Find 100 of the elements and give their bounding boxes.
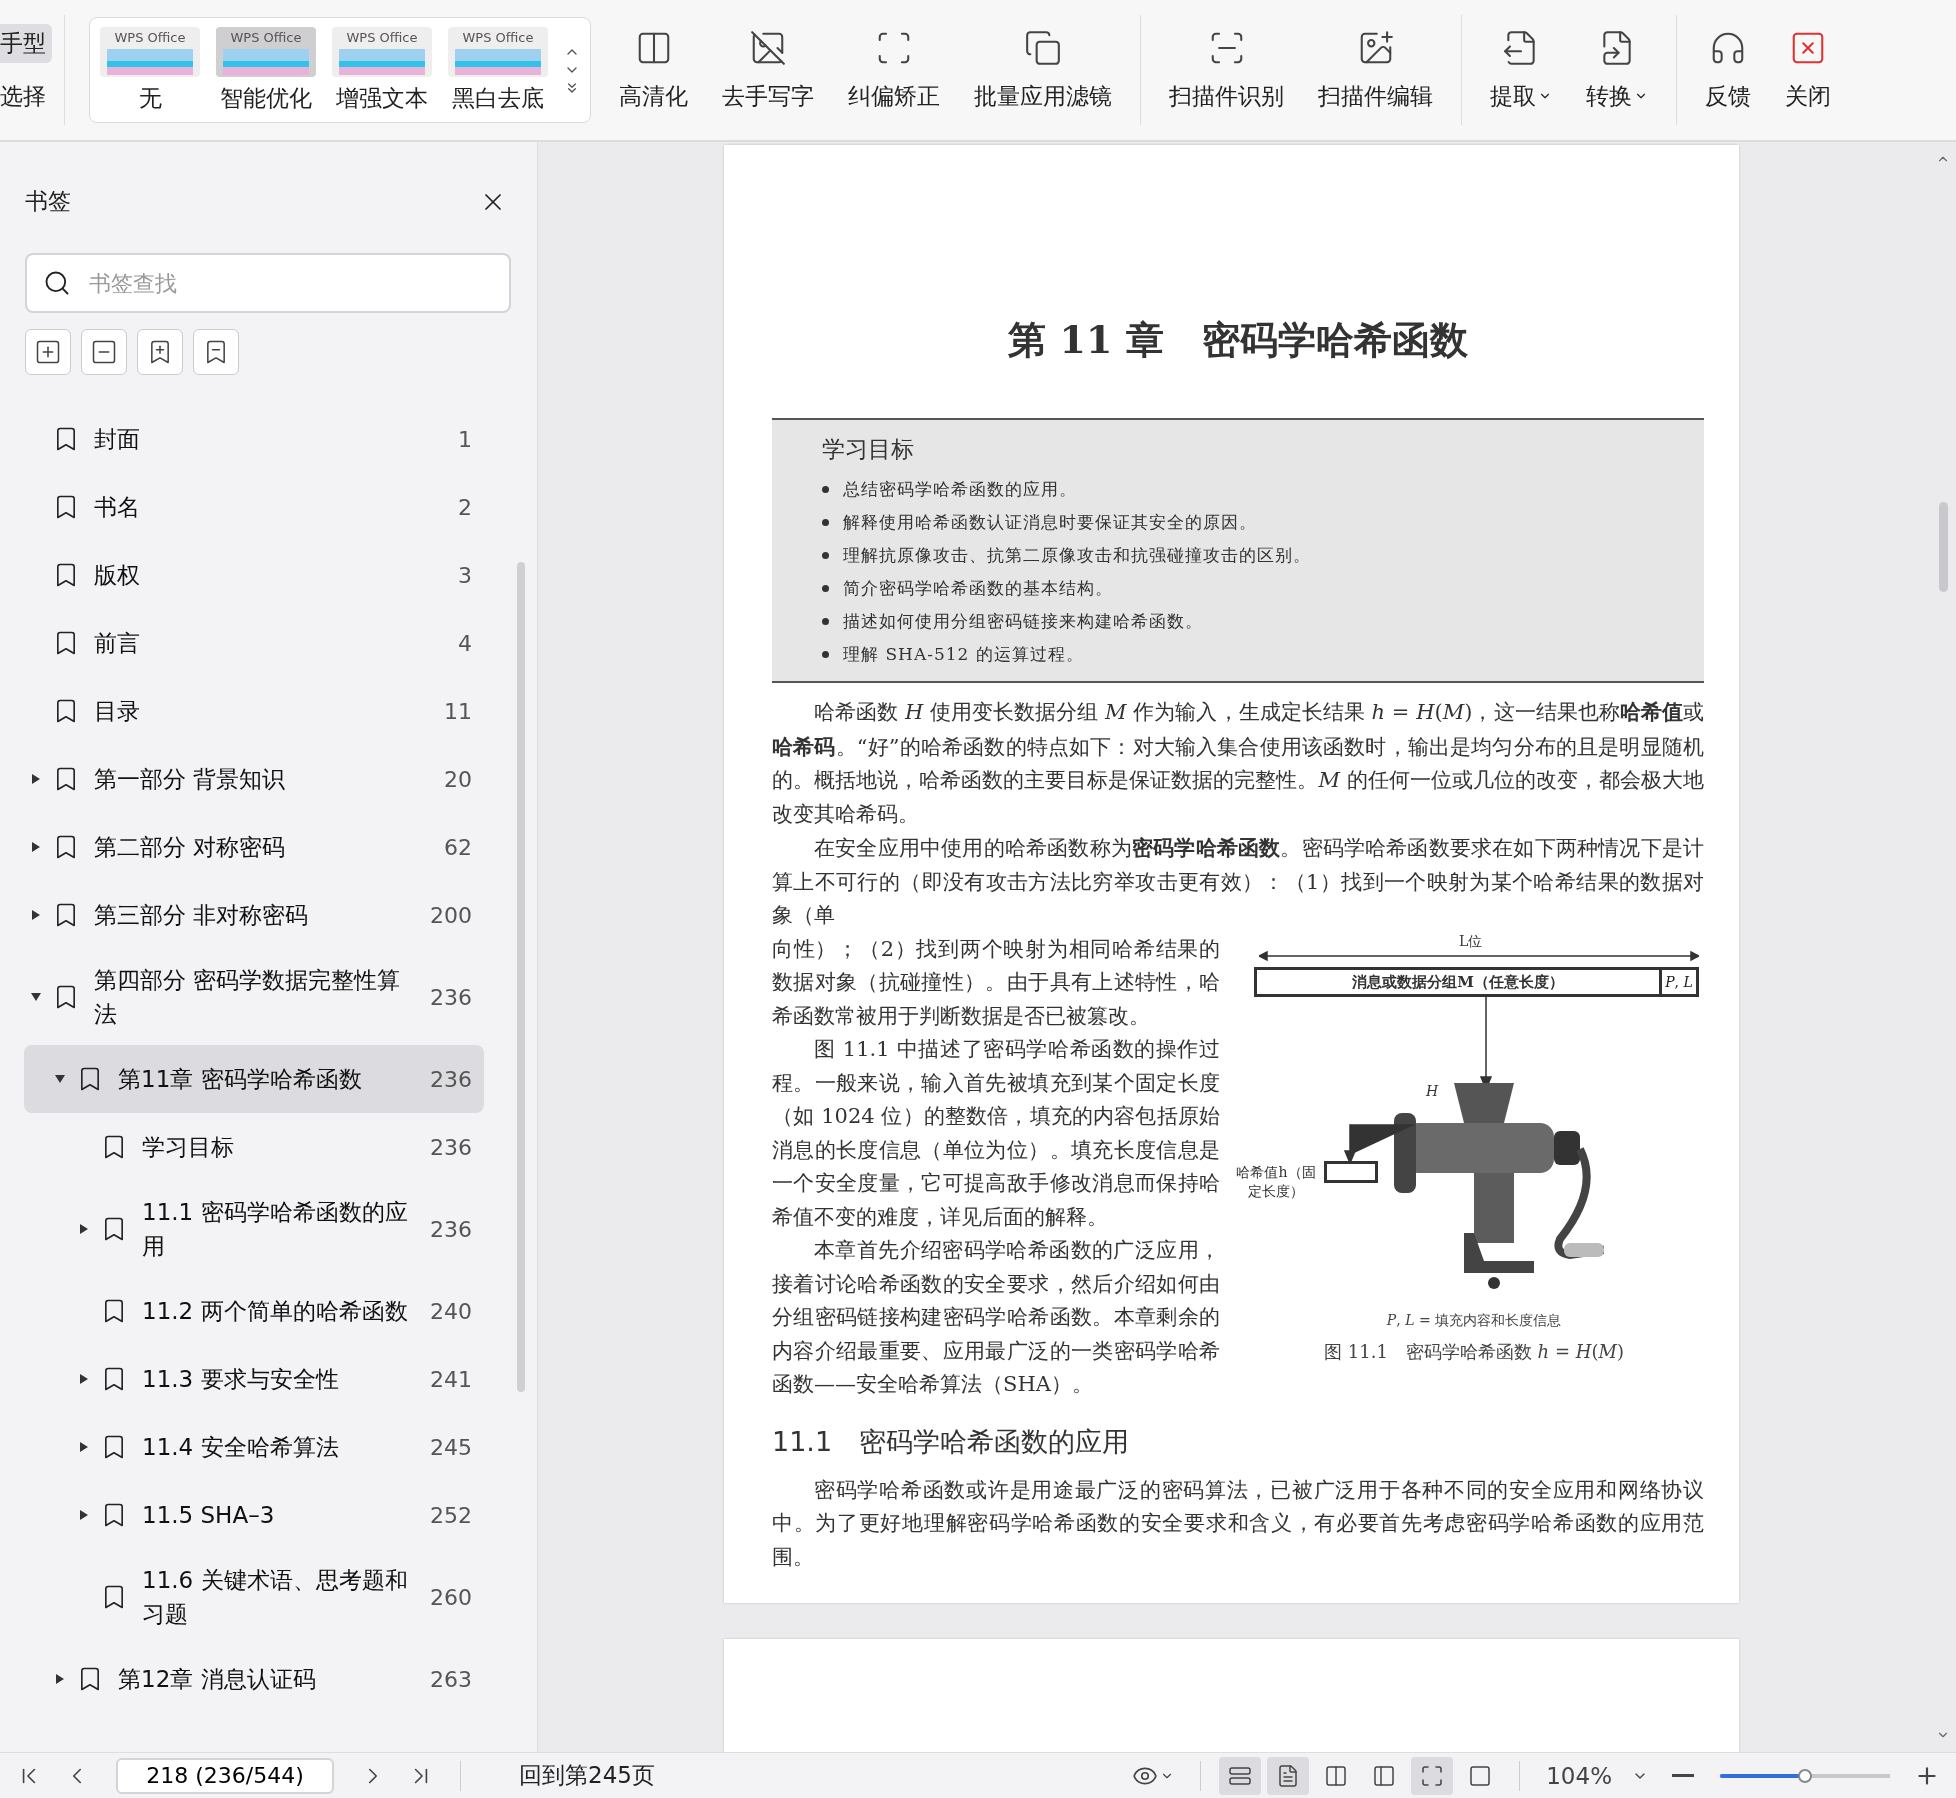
expand-triangle-icon[interactable] (31, 910, 41, 920)
slider-thumb[interactable] (1798, 1768, 1812, 1783)
body-paragraph: 向性）；（2）找到两个映射为相同哈希结果的数据对象（抗碰撞性）。由于具有上述特性，哈希函数常被用于判断数据是否已被篡改。 (772, 935, 1220, 1030)
output-arrow (1344, 1122, 1416, 1163)
add-bookmark-button[interactable] (137, 329, 183, 375)
filter-label: 增强文本 (336, 83, 428, 113)
objective-text: 简介密码学哈希函数的基本结构。 (843, 577, 1113, 600)
minus-icon (1672, 1774, 1694, 1777)
collapse-triangle-icon[interactable] (55, 1074, 65, 1084)
page-number: 4 (457, 630, 472, 656)
objective-text: 解释使用哈希函数认证消息时要保证其安全的原因。 (843, 511, 1257, 534)
tool-mode-button[interactable]: 选择 (0, 77, 52, 116)
thumbnail-text: WPS Office (346, 29, 418, 45)
section-title: 11.1 密码学哈希函数的应用 (772, 1424, 1131, 1459)
collapse-triangle-icon[interactable] (31, 992, 41, 1002)
filter-option[interactable]: WPS Office 无 (100, 26, 200, 114)
go-back-link[interactable]: 回到第245页 (519, 1760, 655, 1791)
padding-cell: P, L (1659, 969, 1696, 994)
bookmark-item[interactable]: 11.5 SHA–3 252 (24, 1481, 484, 1549)
bookmark-item[interactable]: 前言 4 (24, 609, 484, 677)
bullet-icon (822, 486, 829, 493)
filter-label: 智能优化 (220, 83, 312, 113)
expand-triangle-icon[interactable] (79, 1374, 89, 1384)
search-field[interactable]: 书签查找 (25, 253, 511, 313)
page-number: 2 (457, 494, 472, 520)
function-label: H (1426, 1082, 1439, 1099)
expand-triangle-icon[interactable] (31, 774, 41, 784)
expand-triangle-icon[interactable] (55, 1674, 65, 1684)
bookmark-item[interactable]: 目录 11 (24, 677, 484, 745)
toolbar-button[interactable]: 批量应用滤镜 (970, 28, 1116, 112)
figure-caption: 图 11.1 密码学哈希函数 h = H(M) (1324, 1339, 1624, 1364)
figure-note: P, L = 填充内容和长度信息 (1386, 1311, 1562, 1330)
filter-label: 无 (138, 83, 162, 113)
thumbnail-text: WPS Office (462, 29, 534, 45)
page-number: 62 (443, 834, 472, 860)
bookmark-label: 封面 (94, 425, 141, 454)
thumbnail-text: WPS Office (230, 29, 302, 45)
bookmark-item[interactable]: 第11章 密码学哈希函数 236 (24, 1045, 484, 1113)
collapse-all-button[interactable] (81, 329, 127, 375)
filter-option[interactable]: WPS Office 增强文本 (332, 26, 432, 114)
body-paragraph: 在安全应用中使用的哈希函数称为密码学哈希函数。密码学哈希函数要求在如下两种情况下是计算上不可行的（即没有攻击方法比穷举攻击更有效）：（1）找到一个映射为某个哈希结果的数据对象（单 (772, 834, 1704, 929)
single-page-button[interactable] (1267, 1756, 1310, 1795)
expand-triangle-icon[interactable] (79, 1224, 89, 1234)
bookmark-item[interactable]: 第三部分 非对称密码 200 (24, 881, 484, 949)
page-number-field[interactable]: 218 (236/544) (116, 1757, 334, 1794)
toolbar-button[interactable]: 纠偏矫正 (844, 28, 944, 112)
bookmark-item[interactable]: 学习目标 236 (24, 1113, 484, 1181)
toolbar-button[interactable]: 转换 (1582, 28, 1652, 112)
bookmark-label: 前言 (94, 629, 141, 658)
bookmark-item[interactable]: 第一部分 背景知识 20 (24, 745, 484, 813)
remove-bookmark-button[interactable] (193, 329, 239, 375)
filter-option[interactable]: WPS Office 智能优化 (216, 26, 316, 114)
bookmark-label: 11.1 密码学哈希函数的应用 (142, 1198, 409, 1261)
bookmark-item[interactable]: 11.2 两个简单的哈希函数 240 (24, 1277, 484, 1345)
bookmark-label: 书名 (94, 493, 141, 522)
tool-mode-button[interactable]: 手型 (0, 24, 52, 63)
body-paragraph: 本章首先介绍密码学哈希函数的广泛应用，接着讨论哈希函数的安全要求，然后介绍如何由分组密码链接构建密码学哈希函数。本章剩余的内容介绍最重要、应用最广泛的一类密码学哈希函数——安全哈希算法（SHA）。 (772, 1237, 1220, 1398)
page-number: 263 (429, 1666, 472, 1692)
page-number: 245 (429, 1434, 472, 1460)
view-layout-icon (1372, 1763, 1397, 1788)
expand-triangle-icon[interactable] (79, 1442, 89, 1452)
panel-title: 书签 (25, 187, 71, 216)
body-paragraph: 密码学哈希函数或许是用途最广泛的密码算法，已被广泛用于各种不同的安全应用和网络协议中。为了更好地理解密码学哈希函数的安全要求和含义，有必要首先考虑密码学哈希函数的应用范围。 (772, 1476, 1704, 1571)
fit-page-button[interactable] (1411, 1756, 1454, 1795)
toolbar-button[interactable]: 提取 (1486, 28, 1556, 112)
bookmark-item[interactable]: 第二部分 对称密码 62 (24, 813, 484, 881)
bookmark-label: 第三部分 非对称密码 (94, 901, 310, 930)
expand-all-button[interactable] (25, 329, 71, 375)
bookmark-item[interactable]: 书名 2 (24, 473, 484, 541)
toolbar-button[interactable]: 去手写字 (718, 28, 818, 112)
bullet-icon (822, 519, 829, 526)
bookmark-item[interactable]: 封面 1 (24, 405, 484, 473)
bullet-icon (822, 651, 829, 658)
length-label: L位 (1459, 932, 1483, 951)
chapter-title: 第 11 章 密码学哈希函数 (1007, 316, 1469, 364)
bookmark-item[interactable]: 第四部分 密码学数据完整性算法 236 (24, 949, 484, 1045)
message-block: 消息或数据分组M（任意长度） P, L (1254, 966, 1699, 997)
page-number: 260 (429, 1584, 472, 1610)
toolbar-button[interactable]: 高清化 (615, 28, 692, 112)
bookmark-item[interactable]: 11.3 要求与安全性 241 (24, 1345, 484, 1413)
bookmark-item[interactable]: 11.4 安全哈希算法 245 (24, 1413, 484, 1481)
toolbar-button[interactable]: 关闭 (1781, 28, 1835, 112)
square-plus-icon (34, 338, 62, 366)
bookmark-item[interactable]: 版权 3 (24, 541, 484, 609)
expand-triangle-icon[interactable] (31, 842, 41, 852)
toolbar-button[interactable]: 扫描件识别 (1165, 28, 1288, 112)
page-number: 200 (429, 902, 472, 928)
page-number: 3 (457, 562, 472, 588)
toolbar-button[interactable]: 反馈 (1701, 28, 1755, 112)
expand-triangle-icon[interactable] (79, 1510, 89, 1520)
zoom-dropdown[interactable]: 104% (1538, 1756, 1656, 1795)
objective-text: 理解 SHA-512 的运算过程。 (843, 643, 1084, 666)
page-number: 236 (429, 1066, 472, 1092)
bookmark-item[interactable]: 第12章 消息认证码 263 (24, 1645, 484, 1713)
toolbar-button[interactable]: 扫描件编辑 (1314, 28, 1437, 112)
continuous-scroll-button[interactable] (1219, 1756, 1262, 1795)
objective-text: 总结密码学哈希函数的应用。 (843, 478, 1077, 501)
hash-output-box (1324, 1160, 1378, 1183)
page-number: 20 (443, 766, 472, 792)
filter-option[interactable]: WPS Office 黑白去底 (448, 26, 548, 114)
